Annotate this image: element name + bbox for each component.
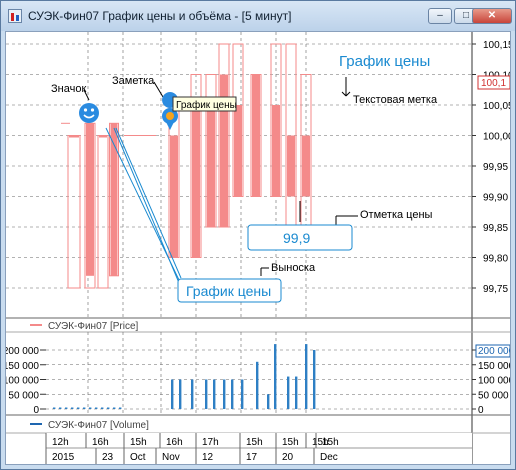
time-tick-label: 16h bbox=[92, 437, 109, 448]
volume-bar bbox=[223, 379, 226, 409]
date-tick-label: 20 bbox=[282, 452, 294, 463]
volume-bar bbox=[101, 407, 104, 409]
volume-tick-label-right: 0 bbox=[478, 405, 484, 416]
volume-tick-label-left: 150 000 bbox=[6, 361, 39, 372]
price-tick-label: 100,05 bbox=[483, 101, 510, 112]
volume-bar bbox=[113, 407, 116, 409]
price-tick-label: 99,90 bbox=[483, 193, 508, 204]
price-tick-label: 99,80 bbox=[483, 254, 508, 265]
price-mark-value: 99,9 bbox=[283, 230, 310, 246]
price-mark-annotation-label: Отметка цены bbox=[360, 209, 433, 221]
icon-annotation-label: Значок bbox=[51, 83, 86, 95]
volume-tick-label-right: 150 000 bbox=[478, 361, 510, 372]
price-tick-label: 100,15 bbox=[483, 40, 510, 51]
volume-bar bbox=[256, 361, 259, 409]
date-tick-label: Nov bbox=[162, 452, 180, 463]
note-annotation-label: Заметка bbox=[112, 75, 155, 87]
time-tick-label: 17h bbox=[202, 437, 219, 448]
volume-bar bbox=[287, 376, 290, 409]
volume-tick-label-right: 50 000 bbox=[478, 390, 509, 401]
note-tooltip: График цены bbox=[172, 96, 237, 112]
volume-tick-label-right: 100 000 bbox=[478, 376, 510, 387]
time-tick-label: 15h bbox=[246, 437, 263, 448]
time-tick-label: 15h bbox=[322, 437, 339, 448]
title-bar[interactable]: СУЭК-Фин07 График цены и объёма - [5 мин… bbox=[1, 1, 515, 31]
volume-current-marker: 200 000 bbox=[475, 344, 510, 358]
volume-bar bbox=[83, 407, 86, 409]
volume-tick-label-left: 200 000 bbox=[6, 346, 39, 357]
window-title: СУЭК-Фин07 График цены и объёма - [5 мин… bbox=[28, 9, 292, 23]
chart-area[interactable]: 100,15100,10100,05100,0099,9599,9099,859… bbox=[5, 31, 511, 465]
price-tick-label: 99,75 bbox=[483, 284, 508, 295]
date-tick-label: 23 bbox=[102, 452, 114, 463]
price-current-marker: 100,1 bbox=[477, 75, 510, 90]
date-tick-label: 17 bbox=[246, 452, 258, 463]
price-legend-text: СУЭК-Фин07 [Price] bbox=[48, 321, 139, 332]
volume-bar bbox=[274, 344, 277, 409]
time-tick-label: 15h bbox=[130, 437, 147, 448]
volume-bar bbox=[71, 407, 74, 409]
minimize-button[interactable]: – bbox=[428, 8, 452, 24]
volume-bar bbox=[213, 379, 216, 409]
date-tick-label: 12 bbox=[202, 452, 214, 463]
close-button[interactable]: ✕ bbox=[472, 8, 512, 24]
price-current-value: 100,1 bbox=[481, 78, 506, 89]
chart-canvas[interactable]: 100,15100,10100,05100,0099,9599,9099,859… bbox=[6, 32, 510, 464]
volume-tick-label-left: 50 000 bbox=[8, 390, 39, 401]
volume-bar bbox=[179, 379, 182, 409]
text-annotation-label: Текстовая метка bbox=[353, 94, 438, 106]
price-legend[interactable]: СУЭК-Фин07 [Price] bbox=[30, 321, 139, 332]
time-tick-label: 15h bbox=[282, 437, 299, 448]
smiley-icon[interactable] bbox=[79, 103, 99, 123]
callout-box[interactable]: График цены bbox=[177, 278, 282, 303]
volume-tick-label-left: 0 bbox=[33, 405, 39, 416]
volume-bar bbox=[77, 407, 80, 409]
date-tick-label: 2015 bbox=[52, 452, 75, 463]
volume-bar bbox=[205, 379, 208, 409]
price-mark-box[interactable]: 99,9 bbox=[247, 224, 353, 251]
volume-bar bbox=[65, 407, 68, 409]
price-tick-label: 100,00 bbox=[483, 132, 510, 143]
volume-tick-label-left: 100 000 bbox=[6, 376, 39, 387]
volume-bar bbox=[267, 394, 270, 409]
volume-bar bbox=[89, 407, 92, 409]
time-tick-label: 16h bbox=[166, 437, 183, 448]
volume-bar bbox=[231, 379, 234, 409]
price-tick-label: 99,95 bbox=[483, 162, 508, 173]
price-tick-label: 99,85 bbox=[483, 223, 508, 234]
volume-bar bbox=[191, 379, 194, 409]
volume-bar bbox=[305, 344, 308, 409]
volume-current-value: 200 000 bbox=[478, 346, 510, 357]
date-tick-label: Dec bbox=[320, 452, 338, 463]
volume-bar bbox=[95, 407, 98, 409]
price-candle bbox=[109, 122, 119, 277]
volume-legend-text: СУЭК-Фин07 [Volume] bbox=[48, 420, 149, 431]
callout-annotation-label: Выноска bbox=[271, 262, 316, 274]
volume-bar bbox=[119, 407, 122, 409]
note-tooltip-text: График цены bbox=[176, 99, 237, 111]
volume-bar bbox=[313, 350, 316, 409]
price-candle bbox=[84, 122, 96, 289]
chart-title-annotation[interactable]: График цены bbox=[339, 53, 430, 70]
volume-bar bbox=[59, 407, 62, 409]
chart-window: СУЭК-Фин07 График цены и объёма - [5 мин… bbox=[0, 0, 516, 470]
volume-bar bbox=[171, 379, 174, 409]
volume-legend[interactable]: СУЭК-Фин07 [Volume] bbox=[30, 420, 149, 431]
chart-app-icon bbox=[8, 9, 22, 23]
time-tick-label: 12h bbox=[52, 437, 69, 448]
volume-bar bbox=[53, 407, 56, 409]
volume-bar bbox=[295, 376, 298, 409]
date-tick-label: Oct bbox=[130, 452, 146, 463]
price-candle bbox=[250, 74, 262, 197]
volume-bar bbox=[107, 407, 110, 409]
callout-text: График цены bbox=[186, 283, 271, 299]
volume-bar bbox=[241, 379, 244, 409]
